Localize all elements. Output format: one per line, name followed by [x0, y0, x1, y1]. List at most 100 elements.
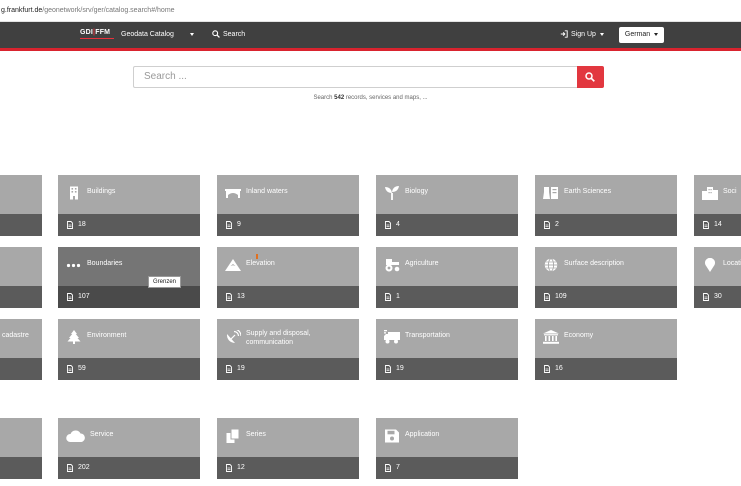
- topic-tile-inland-waters[interactable]: Inland waters 9: [217, 175, 359, 236]
- language-select[interactable]: German: [619, 27, 664, 43]
- chevron-down-icon: [189, 32, 194, 36]
- file-icon: [67, 463, 73, 472]
- bank-icon: [543, 330, 559, 344]
- file-icon: [226, 292, 232, 301]
- tile-count: 9: [237, 221, 241, 228]
- tile-count: 2: [555, 221, 559, 228]
- tile-count: 202: [78, 464, 90, 471]
- tile-label: Surface description: [564, 260, 624, 267]
- gdi-ffm-logo[interactable]: GDI|FFM: [80, 29, 116, 39]
- map-marker-icon: [705, 258, 715, 272]
- topic-tile-location[interactable]: Locati 30: [694, 247, 741, 308]
- seedling-icon: [385, 186, 399, 200]
- search-hint-suffix: records, services and maps, ...: [345, 95, 428, 101]
- topic-tile-environment[interactable]: Environment 59: [58, 319, 200, 380]
- logo-text-gdi: GDI: [80, 29, 94, 36]
- file-icon: [67, 364, 73, 373]
- mountain-icon: [225, 259, 241, 271]
- topic-tile[interactable]: [0, 247, 42, 308]
- signup-menu[interactable]: Sign Up: [560, 22, 604, 48]
- satellite-dish-icon: [226, 330, 241, 344]
- file-icon: [544, 364, 550, 373]
- file-icon: [544, 292, 550, 301]
- tile-count: 16: [555, 365, 563, 372]
- type-tile[interactable]: [0, 418, 42, 479]
- file-icon: [67, 220, 73, 229]
- tile-count: 59: [78, 365, 86, 372]
- tile-label: Application: [405, 431, 440, 438]
- tooltip: Grenzen: [148, 276, 181, 288]
- file-icon: [703, 220, 709, 229]
- address-bar[interactable]: g.frankfurt.de/geonetwork/srv/ger/catalo…: [0, 0, 741, 22]
- search-hint-prefix: Search: [313, 95, 333, 101]
- tile-label: Service: [90, 431, 114, 438]
- tile-count: 1: [396, 293, 400, 300]
- cloud-icon: [66, 430, 85, 442]
- topic-tile-buildings[interactable]: Buildings 18: [58, 175, 200, 236]
- tile-label: Agriculture: [405, 260, 439, 267]
- tile-label: Series: [246, 431, 266, 438]
- nav-search-label: Search: [223, 31, 246, 38]
- tile-label: Biology: [405, 188, 428, 195]
- navbar: GDI|FFM Geodata Catalog Search Sign Up G…: [0, 22, 741, 48]
- tile-count: 19: [237, 365, 245, 372]
- building-icon: [70, 186, 78, 200]
- tile-count: 19: [396, 365, 404, 372]
- copy-icon: [226, 429, 240, 443]
- signup-label: Sign Up: [571, 31, 596, 38]
- search-icon: [212, 30, 220, 39]
- tile-label: Transportation: [405, 332, 450, 339]
- tile-label: Supply and disposal, communication: [246, 330, 311, 346]
- topic-tile-cadastre[interactable]: cadastre: [0, 319, 42, 380]
- tile-label: Environment: [87, 332, 127, 339]
- tile-label: Economy: [564, 332, 594, 339]
- language-label: German: [624, 31, 651, 38]
- tile-count: 109: [555, 293, 567, 300]
- tree-icon: [67, 330, 81, 344]
- search-hint: Search 542 records, services and maps, .…: [0, 95, 741, 101]
- catalog-menu[interactable]: Geodata Catalog: [121, 22, 194, 48]
- city-icon: [702, 187, 718, 200]
- tile-count: 12: [237, 464, 245, 471]
- tile-count: 13: [237, 293, 245, 300]
- tile-label: Elevation: [246, 260, 275, 267]
- topic-tile-elevation[interactable]: Elevation 13: [217, 247, 359, 308]
- chevron-down-icon: [599, 32, 604, 36]
- tile-label: Boundaries: [87, 260, 123, 267]
- address-host: g.frankfurt.de: [1, 7, 43, 14]
- tile-label: Locati: [723, 260, 741, 267]
- topic-tile-society[interactable]: Soci 14: [694, 175, 741, 236]
- search-button[interactable]: [577, 66, 604, 88]
- type-tile-application[interactable]: Application 7: [376, 418, 518, 479]
- record-count: 542: [334, 95, 345, 101]
- tile-label: cadastre: [2, 332, 29, 339]
- topic-tile-supply-disposal[interactable]: Supply and disposal, communication 19: [217, 319, 359, 380]
- topic-tile-surface-description[interactable]: Surface description 109: [535, 247, 677, 308]
- flask-icon: [543, 187, 558, 199]
- file-icon: [385, 364, 391, 373]
- navbar-accent-line: [0, 48, 741, 51]
- file-icon: [67, 292, 73, 301]
- search-input[interactable]: Search ...: [133, 66, 577, 88]
- topic-tile-biology[interactable]: Biology 4: [376, 175, 518, 236]
- topic-tile-earth-sciences[interactable]: Earth Sciences 2: [535, 175, 677, 236]
- file-icon: [703, 292, 709, 301]
- cursor-marker: [256, 254, 258, 259]
- bridge-icon: [225, 189, 241, 198]
- tile-count: 107: [78, 293, 90, 300]
- topic-tile-transportation[interactable]: Transportation 19: [376, 319, 518, 380]
- tile-count: 4: [396, 221, 400, 228]
- topic-tile[interactable]: [0, 175, 42, 236]
- type-tile-service[interactable]: Service 202: [58, 418, 200, 479]
- truck-icon: [384, 330, 400, 344]
- sign-in-icon: [560, 30, 568, 38]
- type-tile-series[interactable]: Series 12: [217, 418, 359, 479]
- tile-count: 7: [396, 464, 400, 471]
- search-icon: [585, 72, 595, 82]
- floppy-disk-icon: [385, 429, 399, 443]
- topic-tile-economy[interactable]: Economy 16: [535, 319, 677, 380]
- topic-tile-agriculture[interactable]: Agriculture 1: [376, 247, 518, 308]
- nav-search-link[interactable]: Search: [212, 22, 245, 48]
- file-icon: [385, 220, 391, 229]
- file-icon: [226, 364, 232, 373]
